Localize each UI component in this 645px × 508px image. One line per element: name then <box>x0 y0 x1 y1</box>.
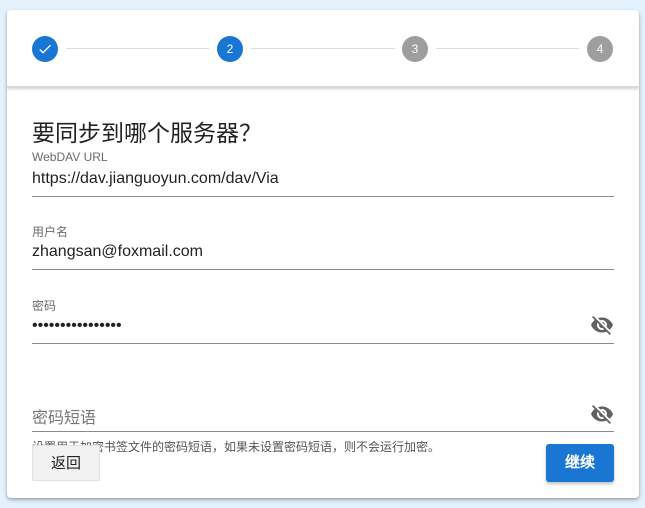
password-label: 密码 <box>32 299 57 313</box>
webdav-url-field[interactable]: WebDAV URL https://dav.jianguoyun.com/da… <box>32 150 614 197</box>
check-icon <box>39 44 51 54</box>
step-connector <box>251 48 395 49</box>
continue-button[interactable]: 继续 <box>546 444 614 482</box>
username-input[interactable]: zhangsan@foxmail.com <box>32 243 203 261</box>
step-number: 2 <box>226 42 234 56</box>
sync-setup-card: 2 3 4 要同步到哪个服务器？ WebDAV URL https://dav.… <box>7 10 639 498</box>
step-2-active: 2 <box>217 36 243 62</box>
webdav-url-input[interactable]: https://dav.jianguoyun.com/dav/Via <box>32 170 279 188</box>
webdav-url-label: WebDAV URL <box>32 150 108 164</box>
step-number: 4 <box>596 42 604 56</box>
username-label: 用户名 <box>32 225 69 239</box>
step-3: 3 <box>402 36 428 62</box>
passphrase-field[interactable]: 密码短语 <box>32 386 614 432</box>
password-input[interactable]: •••••••••••••••• <box>32 317 122 335</box>
stepper: 2 3 4 <box>7 10 639 87</box>
eye-off-icon[interactable] <box>590 402 614 426</box>
passphrase-input[interactable]: 密码短语 <box>32 404 96 428</box>
password-field[interactable]: 密码 •••••••••••••••• <box>32 297 614 344</box>
form-title: 要同步到哪个服务器？ <box>32 120 262 146</box>
eye-off-icon[interactable] <box>590 313 614 337</box>
step-4: 4 <box>587 36 613 62</box>
step-connector <box>436 48 579 49</box>
step-connector <box>66 48 209 49</box>
back-button[interactable]: 返回 <box>32 445 100 481</box>
step-1-completed <box>32 36 58 62</box>
username-field[interactable]: 用户名 zhangsan@foxmail.com <box>32 223 614 270</box>
step-number: 3 <box>411 42 419 56</box>
